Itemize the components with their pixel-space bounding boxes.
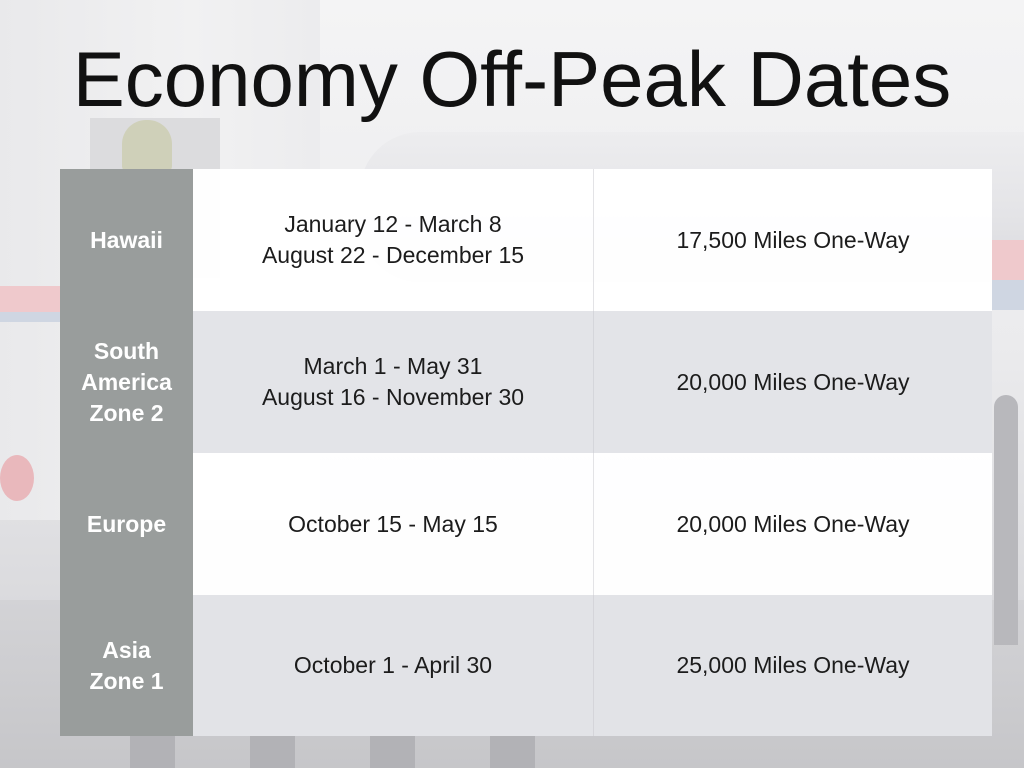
dates-label: October 1 - April 30 [293,652,493,678]
table-row-south-america: South America Zone 2 March 1 - May 31 Au… [60,311,992,453]
background-red-stripe-right [990,240,1024,280]
dates-label: March 1 - May 31 August 16 - November 30 [261,353,525,410]
miles-cell: 17,500 Miles One-Way [593,169,992,311]
background-ribbon [0,455,34,501]
miles-cell: 20,000 Miles One-Way [593,311,992,453]
miles-label: 20,000 Miles One-Way [676,510,910,537]
region-cell: Hawaii [60,169,193,311]
dates-cell: March 1 - May 31 August 16 - November 30 [193,311,593,453]
background-worker [122,120,172,172]
dates-label: October 15 - May 15 [288,510,498,537]
region-cell: Asia Zone 1 [60,595,193,736]
region-label: Europe [86,510,167,537]
dates-cell: January 12 - March 8 August 22 - Decembe… [193,169,593,311]
dates-label: January 12 - March 8 August 22 - Decembe… [261,211,525,268]
region-label: Asia Zone 1 [89,636,164,694]
miles-cell: 25,000 Miles One-Way [593,595,992,736]
table-row-asia: Asia Zone 1 October 1 - April 30 25,000 … [60,595,992,736]
background-blue-stripe [0,312,60,322]
miles-label: 25,000 Miles One-Way [676,652,910,678]
dates-cell: October 1 - April 30 [193,595,593,736]
background-person [994,395,1018,645]
slide-title: Economy Off-Peak Dates [72,35,952,123]
miles-label: 20,000 Miles One-Way [676,368,910,395]
miles-cell: 20,000 Miles One-Way [593,453,992,595]
region-cell: South America Zone 2 [60,311,193,453]
region-cell: Europe [60,453,193,595]
background-blue-stripe-right [990,280,1024,310]
background-crowd [130,736,600,768]
region-label: Hawaii [90,226,163,253]
table-row-hawaii: Hawaii January 12 - March 8 August 22 - … [60,169,992,311]
table-row-europe: Europe October 15 - May 15 20,000 Miles … [60,453,992,595]
dates-cell: October 15 - May 15 [193,453,593,595]
off-peak-table: Hawaii January 12 - March 8 August 22 - … [60,169,992,736]
region-label: South America Zone 2 [81,337,172,426]
background-red-stripe [0,286,60,312]
miles-label: 17,500 Miles One-Way [676,226,910,253]
